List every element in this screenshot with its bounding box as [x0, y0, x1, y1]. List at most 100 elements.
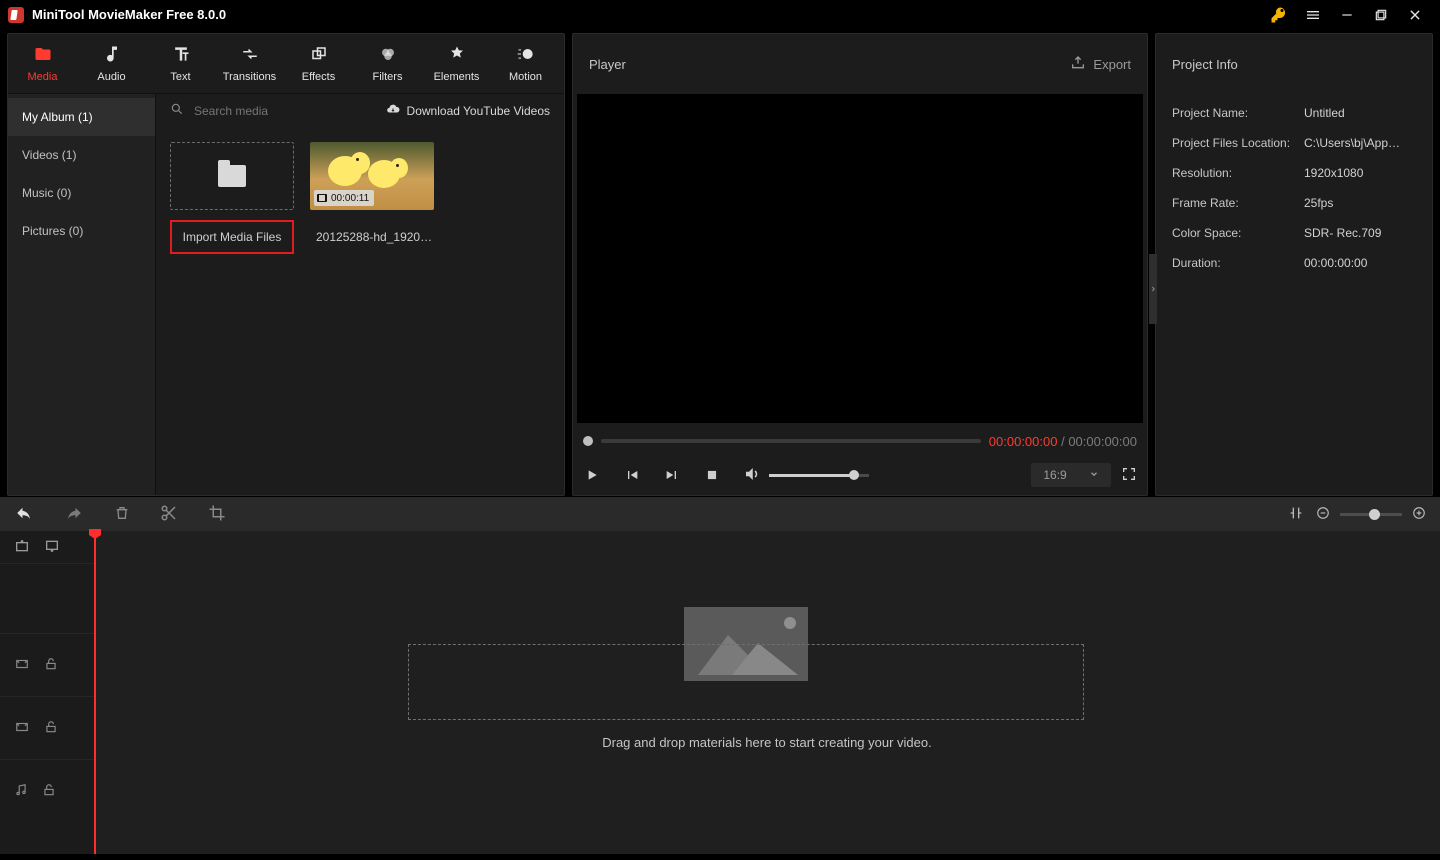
lock-icon[interactable] — [44, 719, 58, 738]
overlay-track-header — [0, 696, 94, 759]
app-logo — [8, 7, 24, 23]
zoom-slider[interactable] — [1340, 513, 1402, 516]
lock-icon[interactable] — [44, 656, 58, 675]
search-input[interactable] — [194, 104, 375, 118]
tab-filters[interactable]: Filters — [353, 34, 422, 93]
volume-control[interactable] — [743, 465, 869, 486]
maximize-icon[interactable] — [1364, 0, 1398, 29]
tab-elements[interactable]: Elements — [422, 34, 491, 93]
play-button[interactable] — [583, 467, 601, 483]
export-label: Export — [1093, 57, 1131, 72]
time-total: 00:00:00:00 — [1068, 434, 1137, 449]
player-title: Player — [589, 57, 626, 72]
folder-icon — [218, 165, 246, 187]
project-info-panel: Project Info Project Name:Untitled Proje… — [1155, 33, 1433, 496]
download-label: Download YouTube Videos — [407, 104, 550, 118]
tab-label: Elements — [434, 71, 480, 83]
cloud-download-icon — [385, 102, 401, 119]
tab-label: Filters — [373, 71, 403, 83]
zoom-out-button[interactable] — [1316, 506, 1330, 523]
timeline-dropzone[interactable] — [408, 644, 1084, 720]
scrub-handle[interactable] — [583, 436, 593, 446]
split-button[interactable] — [160, 504, 178, 525]
sidebar-item-myalbum[interactable]: My Album (1) — [8, 98, 155, 136]
track-add-row — [0, 531, 94, 563]
project-info-title: Project Info — [1172, 57, 1238, 72]
auto-fit-button[interactable] — [1288, 504, 1304, 525]
media-searchbar: Download YouTube Videos — [156, 94, 564, 128]
playhead[interactable] — [94, 531, 96, 854]
zoom-in-button[interactable] — [1412, 506, 1426, 523]
filters-icon — [377, 44, 399, 64]
time-current: 00:00:00:00 — [989, 434, 1058, 449]
add-track-above-button[interactable] — [14, 538, 30, 557]
video-track-header — [0, 633, 94, 696]
sidebar-item-music[interactable]: Music (0) — [8, 174, 155, 212]
audio-track-header — [0, 759, 94, 822]
player-preview[interactable] — [577, 94, 1143, 423]
clip-duration: 00:00:11 — [331, 193, 369, 204]
search-icon — [170, 102, 184, 119]
motion-icon — [515, 44, 537, 64]
crop-button[interactable] — [208, 504, 226, 525]
tab-motion[interactable]: Motion — [491, 34, 560, 93]
elements-icon — [446, 44, 468, 64]
tab-transitions[interactable]: Transitions — [215, 34, 284, 93]
timeline-section: Drag and drop materials here to start cr… — [0, 496, 1440, 853]
prev-frame-button[interactable] — [623, 467, 641, 483]
project-row: Duration:00:00:00:00 — [1172, 248, 1416, 278]
delete-button[interactable] — [114, 504, 130, 525]
aspect-value: 16:9 — [1043, 468, 1066, 482]
app-title: MiniTool MovieMaker Free 8.0.0 — [32, 7, 226, 22]
clip-thumbnail: 00:00:11 — [310, 142, 434, 210]
next-frame-button[interactable] — [663, 467, 681, 483]
tab-label: Transitions — [223, 71, 276, 83]
timeline-area[interactable]: Drag and drop materials here to start cr… — [94, 531, 1440, 854]
project-row: Frame Rate:25fps — [1172, 188, 1416, 218]
effects-icon — [308, 44, 330, 64]
import-media-tile[interactable]: Import Media Files — [170, 142, 294, 254]
close-icon[interactable] — [1398, 0, 1432, 29]
add-track-below-button[interactable] — [44, 538, 60, 557]
tab-text[interactable]: Text — [146, 34, 215, 93]
video-track-icon[interactable] — [14, 657, 30, 674]
redo-button[interactable] — [64, 504, 84, 525]
player-scrub[interactable]: 00:00:00:00 / 00:00:00:00 — [573, 423, 1147, 459]
project-row: Color Space:SDR- Rec.709 — [1172, 218, 1416, 248]
chevron-down-icon — [1089, 468, 1099, 482]
fullscreen-button[interactable] — [1121, 466, 1137, 485]
minimize-icon[interactable] — [1330, 0, 1364, 29]
tab-audio[interactable]: Audio — [77, 34, 146, 93]
sidebar-item-label: Pictures (0) — [22, 224, 83, 238]
tab-label: Motion — [509, 71, 542, 83]
titlebar: MiniTool MovieMaker Free 8.0.0 — [0, 0, 1440, 29]
menu-icon[interactable] — [1296, 0, 1330, 29]
scrub-track[interactable] — [601, 439, 981, 443]
stop-button[interactable] — [703, 468, 721, 482]
import-media-label: Import Media Files — [170, 220, 294, 254]
volume-slider[interactable] — [769, 474, 869, 477]
tab-media[interactable]: Media — [8, 34, 77, 93]
clip-duration-badge: 00:00:11 — [314, 190, 374, 206]
sidebar-item-pictures[interactable]: Pictures (0) — [8, 212, 155, 250]
upgrade-key-icon[interactable] — [1262, 0, 1296, 29]
timeline-toolbar — [0, 497, 1440, 531]
lock-icon[interactable] — [42, 782, 56, 801]
project-info-body: Project Name:Untitled Project Files Loca… — [1156, 94, 1432, 282]
overlay-track-icon[interactable] — [14, 720, 30, 737]
panel-collapse-handle[interactable] — [1149, 254, 1157, 324]
sidebar-item-label: Music (0) — [22, 186, 71, 200]
player-panel: Player Export 00:00:00:00 / 00:00:00:00 — [572, 33, 1148, 496]
video-clip-icon — [316, 192, 328, 204]
media-clip-tile[interactable]: 00:00:11 20125288-hd_1920… — [310, 142, 434, 254]
timeline-zoom — [1316, 506, 1426, 523]
audio-track-icon[interactable] — [14, 782, 28, 801]
sidebar-item-label: Videos (1) — [22, 148, 76, 162]
undo-button[interactable] — [14, 504, 34, 525]
aspect-ratio-select[interactable]: 16:9 — [1031, 463, 1111, 487]
sidebar-item-videos[interactable]: Videos (1) — [8, 136, 155, 174]
download-youtube-button[interactable]: Download YouTube Videos — [385, 102, 550, 119]
export-button[interactable]: Export — [1070, 55, 1131, 74]
tab-label: Effects — [302, 71, 335, 83]
tab-effects[interactable]: Effects — [284, 34, 353, 93]
